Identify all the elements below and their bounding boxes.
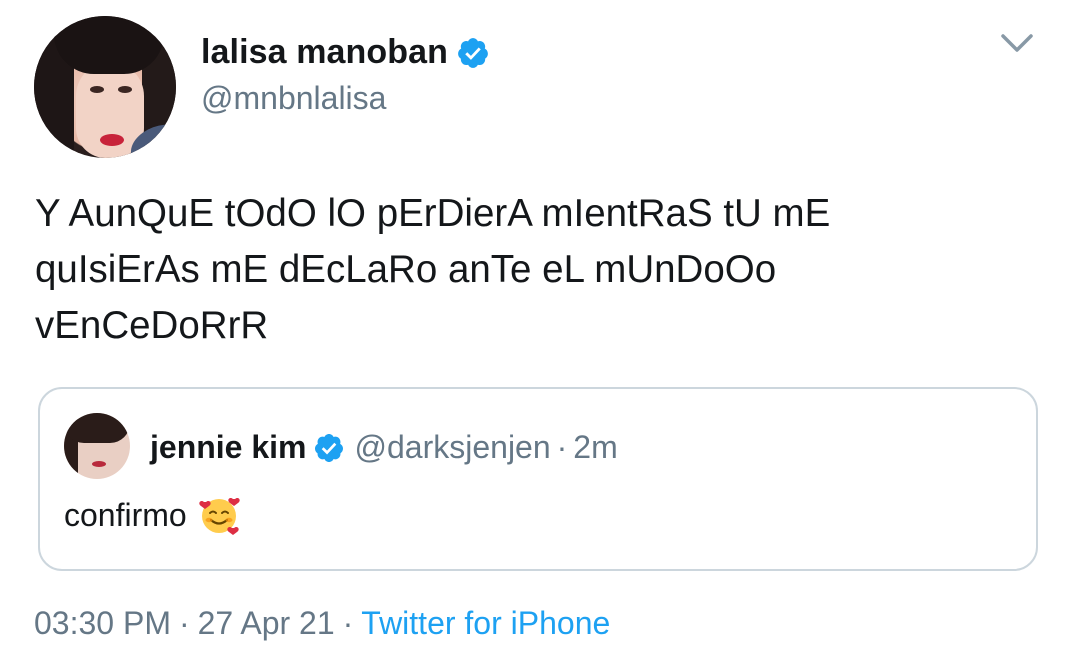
chevron-down-icon[interactable] xyxy=(1000,32,1034,54)
meta-separator: · xyxy=(178,605,190,641)
author-handle[interactable]: @mnbnlalisa xyxy=(201,80,386,117)
tweet-text: Y AunQuE tOdO lO pErDierA mIentRaS tU mE… xyxy=(35,192,831,347)
quoted-author-avatar[interactable] xyxy=(64,413,130,479)
tweet-source-link[interactable]: Twitter for iPhone xyxy=(361,605,610,641)
quoted-tweet-text: confirmo xyxy=(64,496,187,533)
tweet-date[interactable]: 27 Apr 21 xyxy=(198,605,335,641)
quoted-author-name[interactable]: jennie kim xyxy=(150,429,307,466)
quoted-tweet-header: jennie kim @darksjenjen · 2m xyxy=(150,429,618,466)
author-avatar[interactable] xyxy=(34,16,176,158)
quoted-tweet-text-row: confirmo xyxy=(64,493,241,537)
meta-separator: · xyxy=(342,605,354,641)
tweet-metadata: 03:30 PM · 27 Apr 21 · Twitter for iPhone xyxy=(34,605,610,642)
tweet-time[interactable]: 03:30 PM xyxy=(34,605,171,641)
smiling-face-with-hearts-icon xyxy=(199,497,240,535)
author-name[interactable]: lalisa manoban xyxy=(201,33,448,72)
author-name-row[interactable]: lalisa manoban xyxy=(201,33,490,72)
quoted-timestamp[interactable]: 2m xyxy=(573,429,617,466)
quoted-separator: · xyxy=(556,429,568,465)
verified-badge-icon xyxy=(458,37,488,68)
quoted-author-handle[interactable]: @darksjenjen xyxy=(355,429,551,466)
verified-badge-icon xyxy=(314,433,343,462)
quoted-tweet-card[interactable]: jennie kim @darksjenjen · 2m confirmo xyxy=(38,387,1038,571)
